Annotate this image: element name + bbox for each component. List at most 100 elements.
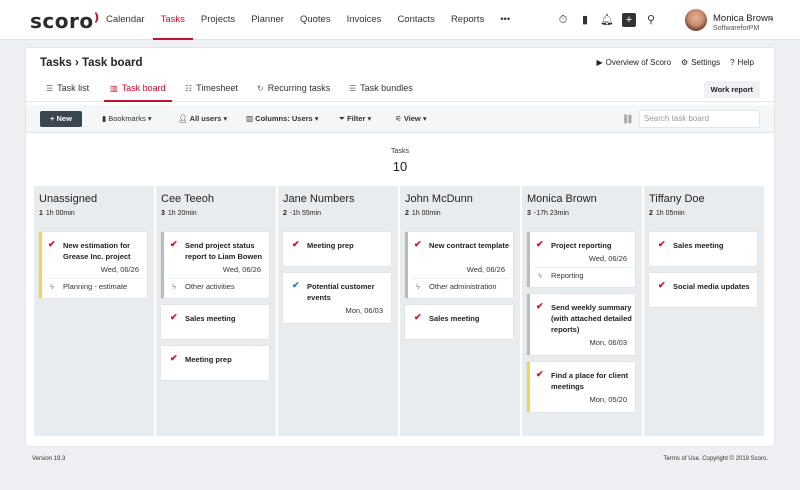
task-card[interactable]: ✔ New contract template Wed, 06/26 ϟ Other a… bbox=[405, 232, 513, 298]
search-icon[interactable]: ⚲ bbox=[644, 13, 658, 27]
tasks-counter-label: Tasks bbox=[391, 148, 409, 155]
card-divider bbox=[46, 278, 143, 279]
checkmark-icon[interactable]: ✔ bbox=[414, 239, 422, 250]
filter-dropdown[interactable]: ⏷ Filter ▾ bbox=[339, 111, 371, 127]
stopwatch-icon[interactable]: ⏱ bbox=[556, 13, 570, 27]
task-due-date: Wed, 06/26 bbox=[222, 265, 261, 274]
checkmark-icon[interactable]: ✔ bbox=[292, 280, 300, 291]
checkmark-icon[interactable]: ✔ bbox=[658, 239, 666, 250]
view-label: View bbox=[403, 114, 421, 123]
nav-tasks[interactable]: Tasks bbox=[152, 0, 193, 40]
help-icon: ? bbox=[730, 58, 735, 67]
nav-calendar[interactable]: Calendar bbox=[98, 0, 153, 40]
checkmark-icon[interactable]: ✔ bbox=[658, 280, 666, 291]
tab-task-bundles[interactable]: ☰ Task bundles bbox=[343, 76, 419, 102]
tab-recurring-tasks[interactable]: ↻ Recurring tasks bbox=[251, 76, 336, 102]
copyright-text[interactable]: Terms of Use. Copyright © 2019 Scoro. bbox=[664, 456, 768, 462]
task-title: Social media updates bbox=[673, 282, 750, 291]
bookmark-icon[interactable]: ▮ bbox=[578, 13, 592, 27]
nav-projects[interactable]: Projects bbox=[193, 0, 243, 40]
nav-more[interactable]: ••• bbox=[492, 0, 518, 40]
column-name: Tiffany Doe bbox=[649, 193, 705, 205]
search-input[interactable]: Search task board bbox=[639, 110, 760, 128]
task-activity: Reporting bbox=[551, 271, 584, 280]
user-icon: 👤︎ bbox=[178, 114, 190, 123]
task-activity: Other administration bbox=[429, 282, 497, 291]
card-divider bbox=[534, 267, 631, 268]
nav-invoices[interactable]: Invoices bbox=[339, 0, 390, 40]
board-icon: ▥ bbox=[110, 84, 118, 93]
users-label: All users bbox=[189, 114, 222, 123]
checkmark-icon[interactable]: ✔ bbox=[170, 239, 178, 250]
column-time: 1h 20min bbox=[167, 210, 197, 217]
activity-icon: ϟ bbox=[50, 282, 54, 291]
checkmark-icon[interactable]: ✔ bbox=[170, 353, 178, 364]
list-icon: ☰ bbox=[46, 84, 54, 93]
task-title: Find a place for client meetings bbox=[551, 371, 629, 391]
task-due-date: Wed, 06/26 bbox=[100, 265, 139, 274]
chevron-down-icon[interactable]: ⌄ bbox=[768, 13, 775, 22]
column-count: 2 bbox=[283, 210, 287, 217]
checkmark-icon[interactable]: ✔ bbox=[48, 239, 56, 250]
column-meta: 3 -17h 23min bbox=[527, 210, 569, 217]
task-card[interactable]: ✔ Find a place for client meetings Mon, 05… bbox=[527, 362, 635, 412]
column-count: 1 bbox=[39, 210, 43, 217]
tab-timesheet[interactable]: ☷ Timesheet bbox=[179, 76, 244, 102]
columns-dropdown[interactable]: ▥ Columns: Users ▾ bbox=[246, 111, 319, 127]
checkmark-icon[interactable]: ✔ bbox=[292, 239, 300, 250]
task-card[interactable]: ✔ New estimation for Grease Inc. project W… bbox=[39, 232, 147, 298]
column-time: 1h 05min bbox=[655, 210, 685, 217]
checkmark-icon[interactable]: ✔ bbox=[536, 369, 544, 380]
task-title: New estimation for Grease Inc. project bbox=[63, 241, 131, 261]
header-links: ▶ Overview of Scoro ⚙ Settings ? Help bbox=[597, 58, 755, 67]
task-card[interactable]: ✔ Meeting prep bbox=[161, 346, 269, 380]
user-name[interactable]: Monica Brown bbox=[713, 13, 773, 24]
task-title: New contract template bbox=[429, 241, 510, 250]
task-board-columns: Unassigned 1 1h 00min ✔ New estimation for G… bbox=[34, 186, 764, 436]
scoro-logo[interactable]: scoro⁾ bbox=[30, 9, 100, 33]
column-name: John McDunn bbox=[405, 193, 473, 205]
columns-value: Users bbox=[291, 114, 313, 123]
nav-contacts[interactable]: Contacts bbox=[389, 0, 443, 40]
checkmark-icon[interactable]: ✔ bbox=[414, 312, 422, 323]
bookmarks-dropdown[interactable]: ▮ Bookmarks ▾ bbox=[102, 111, 152, 127]
checkmark-icon[interactable]: ✔ bbox=[536, 301, 544, 312]
version-label: Version 19.3 bbox=[32, 456, 66, 462]
bell-icon[interactable]: 🔔︎ bbox=[600, 13, 614, 27]
task-card[interactable]: ✔ Sales meeting bbox=[161, 305, 269, 339]
nav-quotes[interactable]: Quotes bbox=[292, 0, 339, 40]
nav-planner[interactable]: Planner bbox=[243, 0, 292, 40]
plus-icon[interactable]: + bbox=[622, 13, 636, 27]
nav-reports[interactable]: Reports bbox=[443, 0, 492, 40]
task-card[interactable]: ✔ Send project status report to Liam Bowe… bbox=[161, 232, 269, 298]
activity-icon: ϟ bbox=[172, 282, 176, 291]
link-icon[interactable]: ⛓ bbox=[622, 114, 633, 125]
task-card[interactable]: ✔ Send weekly summary (with attached deta… bbox=[527, 294, 635, 355]
task-title: Sales meeting bbox=[673, 241, 724, 250]
checkmark-icon[interactable]: ✔ bbox=[536, 239, 544, 250]
overview-link[interactable]: ▶ Overview of Scoro bbox=[597, 58, 672, 67]
work-report-button[interactable]: Work report bbox=[703, 81, 760, 98]
task-card[interactable]: ✔ Potential customer events Mon, 06/03 bbox=[283, 273, 391, 323]
task-title: Meeting prep bbox=[307, 241, 354, 250]
avatar[interactable] bbox=[685, 9, 707, 31]
task-card[interactable]: ✔ Social media updates bbox=[649, 273, 757, 307]
checkmark-icon[interactable]: ✔ bbox=[170, 312, 178, 323]
column-name: Cee Teeoh bbox=[161, 193, 215, 205]
task-activity: Other activities bbox=[185, 282, 235, 291]
new-task-button[interactable]: + New bbox=[40, 111, 82, 127]
column-meta: 2 -1h 55min bbox=[283, 210, 321, 217]
column-meta: 3 1h 20min bbox=[161, 210, 197, 217]
settings-link[interactable]: ⚙ Settings bbox=[681, 58, 720, 67]
view-dropdown[interactable]: ⚟ View ▾ bbox=[395, 111, 427, 127]
task-due-date: Wed, 06/26 bbox=[588, 254, 627, 263]
task-card[interactable]: ✔ Meeting prep bbox=[283, 232, 391, 266]
task-card[interactable]: ✔ Sales meeting bbox=[405, 305, 513, 339]
tab-task-board[interactable]: ▥ Task board bbox=[104, 76, 172, 102]
bundle-icon: ☰ bbox=[349, 84, 357, 93]
help-link[interactable]: ? Help bbox=[730, 58, 754, 67]
tab-task-list[interactable]: ☰ Task list bbox=[40, 76, 95, 102]
task-card[interactable]: ✔ Project reporting Wed, 06/26 ϟ Reporting bbox=[527, 232, 635, 287]
task-card[interactable]: ✔ Sales meeting bbox=[649, 232, 757, 266]
users-dropdown[interactable]: 👤︎ All users ▾ bbox=[178, 111, 227, 127]
